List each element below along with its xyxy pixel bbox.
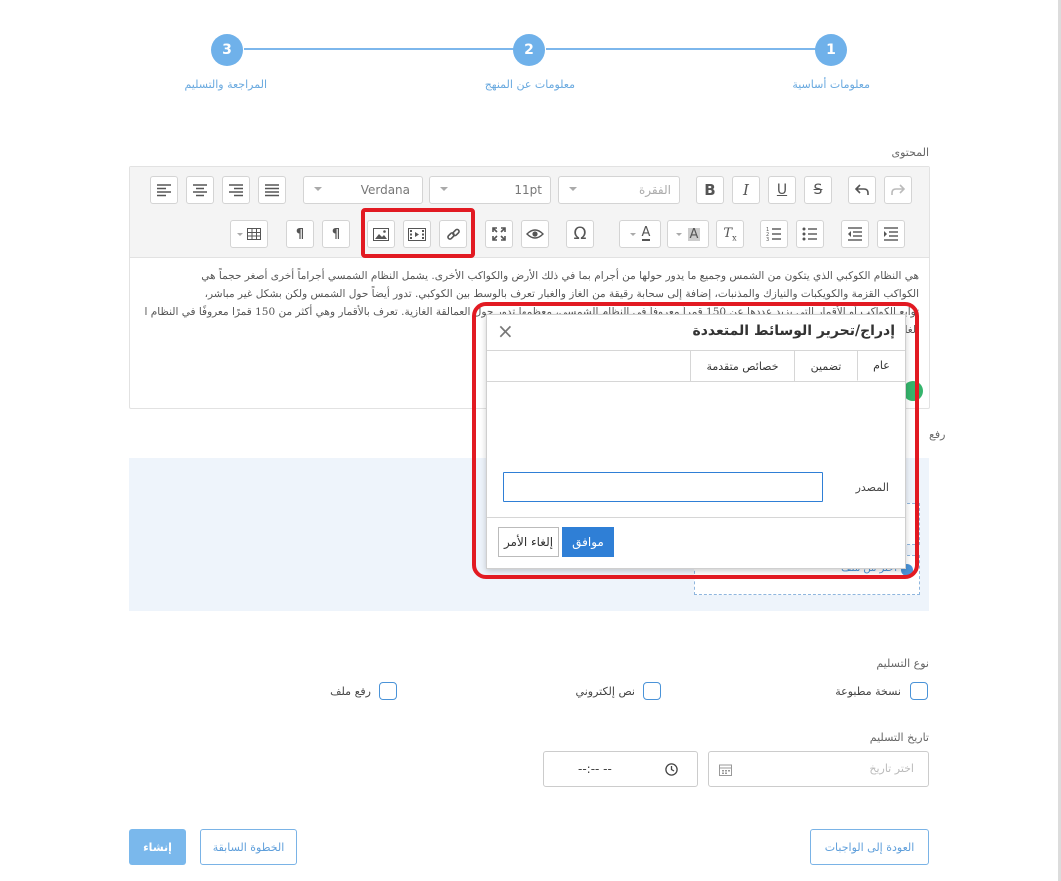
clock-icon: [665, 763, 678, 776]
underline-button[interactable]: U: [768, 176, 796, 204]
numbered-list-button[interactable]: 123: [760, 220, 788, 248]
table-button[interactable]: [230, 220, 268, 248]
file-upload-label: رفع ملف: [330, 685, 371, 698]
background-color-button[interactable]: A: [667, 220, 709, 248]
font-size-dropdown[interactable]: 11pt: [429, 176, 551, 204]
align-right-icon: [229, 184, 243, 197]
highlight-dialog: [472, 302, 919, 579]
step-1-label: معلومات أساسية: [792, 78, 870, 91]
svg-text:3: 3: [766, 237, 769, 241]
content-label: المحتوى: [891, 146, 929, 159]
chevron-down-icon: [675, 232, 682, 236]
align-left-icon: [157, 184, 171, 197]
bold-icon: B: [704, 181, 716, 199]
font-family-dropdown[interactable]: Verdana: [303, 176, 423, 204]
eye-icon: [526, 229, 544, 239]
back-to-assignments-button[interactable]: العودة إلى الواجبات: [810, 829, 929, 865]
omega-icon: Ω: [573, 224, 587, 244]
redo-button[interactable]: [884, 176, 912, 204]
step-2-number: 2: [524, 42, 534, 58]
editor-line: هي النظام الكوكبي الذي يتكون من الشمس وج…: [201, 270, 919, 282]
align-center-icon: [193, 184, 207, 197]
upload-label: رفع: [929, 428, 946, 441]
bullet-list-icon: [802, 227, 817, 241]
electronic-text-checkbox[interactable]: [643, 682, 661, 700]
date-input[interactable]: اختر تاريخ: [708, 751, 929, 787]
undo-icon: [855, 184, 869, 195]
step-1-number: 1: [826, 42, 836, 58]
align-right-button[interactable]: [222, 176, 250, 204]
step-2-circle[interactable]: 2: [513, 34, 545, 66]
italic-icon: I: [743, 181, 749, 199]
highlight-media-buttons: [361, 208, 475, 258]
text-color-button[interactable]: A: [619, 220, 661, 248]
chevron-down-icon: [629, 232, 636, 236]
bullet-list-button[interactable]: [796, 220, 824, 248]
editor-line: الكواكب القزمة والكويكبات والنيازك والمذ…: [204, 288, 919, 300]
align-justify-icon: [265, 184, 279, 197]
background-color-icon: A: [687, 226, 701, 242]
indent-icon: [884, 227, 898, 241]
underline-icon: U: [776, 182, 788, 198]
chevron-down-icon: [569, 187, 577, 191]
clear-format-button[interactable]: Tx: [716, 220, 744, 248]
text-color-icon: A: [641, 225, 651, 241]
printed-copy-checkbox[interactable]: [910, 682, 928, 700]
stepper-line-left: [244, 48, 514, 50]
time-input[interactable]: --:-- --: [543, 751, 698, 787]
stepper-line-right: [546, 48, 816, 50]
rtl-direction-button[interactable]: ¶: [322, 220, 350, 248]
create-button[interactable]: إنشاء: [129, 829, 186, 865]
time-value: --:-- --: [578, 762, 612, 776]
numbered-list-icon: 123: [766, 227, 781, 241]
chevron-down-icon: [440, 187, 448, 191]
special-character-button[interactable]: Ω: [566, 220, 594, 248]
align-left-button[interactable]: [150, 176, 178, 204]
step-3-label: المراجعة والتسليم: [184, 78, 267, 91]
outdent-icon: [848, 227, 862, 241]
strikethrough-icon: S: [813, 182, 823, 198]
fullscreen-button[interactable]: [485, 220, 513, 248]
step-3-number: 3: [222, 42, 232, 58]
ltr-direction-button[interactable]: ¶: [286, 220, 314, 248]
align-center-button[interactable]: [186, 176, 214, 204]
indent-button[interactable]: [877, 220, 905, 248]
paragraph-format-value: الفقرة: [638, 183, 671, 197]
editor-toolbar: Verdana 11pt الفقرة B I U S ¶ ¶ Ω A A Tx…: [130, 167, 929, 258]
calendar-icon: [719, 764, 732, 776]
delivery-type-label: نوع التسليم: [876, 657, 929, 670]
step-3-circle[interactable]: 3: [211, 34, 243, 66]
font-family-value: Verdana: [360, 183, 410, 197]
paragraph-format-dropdown[interactable]: الفقرة: [558, 176, 680, 204]
outdent-button[interactable]: [841, 220, 869, 248]
ltr-icon: ¶: [295, 226, 305, 242]
date-placeholder: اختر تاريخ: [869, 762, 914, 775]
previous-step-button[interactable]: الخطوة السابقة: [200, 829, 297, 865]
preview-button[interactable]: [521, 220, 549, 248]
delivery-date-label: تاريخ التسليم: [869, 731, 929, 744]
fullscreen-icon: [492, 227, 506, 241]
step-1-circle[interactable]: 1: [815, 34, 847, 66]
align-justify-button[interactable]: [258, 176, 286, 204]
bold-button[interactable]: B: [696, 176, 724, 204]
chevron-down-icon: [314, 187, 322, 191]
font-size-value: 11pt: [514, 183, 542, 197]
rtl-icon: ¶: [331, 226, 341, 242]
redo-icon: [891, 184, 905, 195]
electronic-text-label: نص إلكتروني: [575, 685, 635, 698]
italic-button[interactable]: I: [732, 176, 760, 204]
table-icon: [247, 228, 261, 240]
undo-button[interactable]: [848, 176, 876, 204]
chevron-down-icon: [237, 232, 243, 236]
file-upload-checkbox[interactable]: [379, 682, 397, 700]
strikethrough-button[interactable]: S: [804, 176, 832, 204]
printed-copy-label: نسخة مطبوعة: [835, 685, 901, 698]
step-2-label: معلومات عن المنهج: [484, 78, 575, 91]
clear-format-icon: Tx: [723, 225, 737, 243]
